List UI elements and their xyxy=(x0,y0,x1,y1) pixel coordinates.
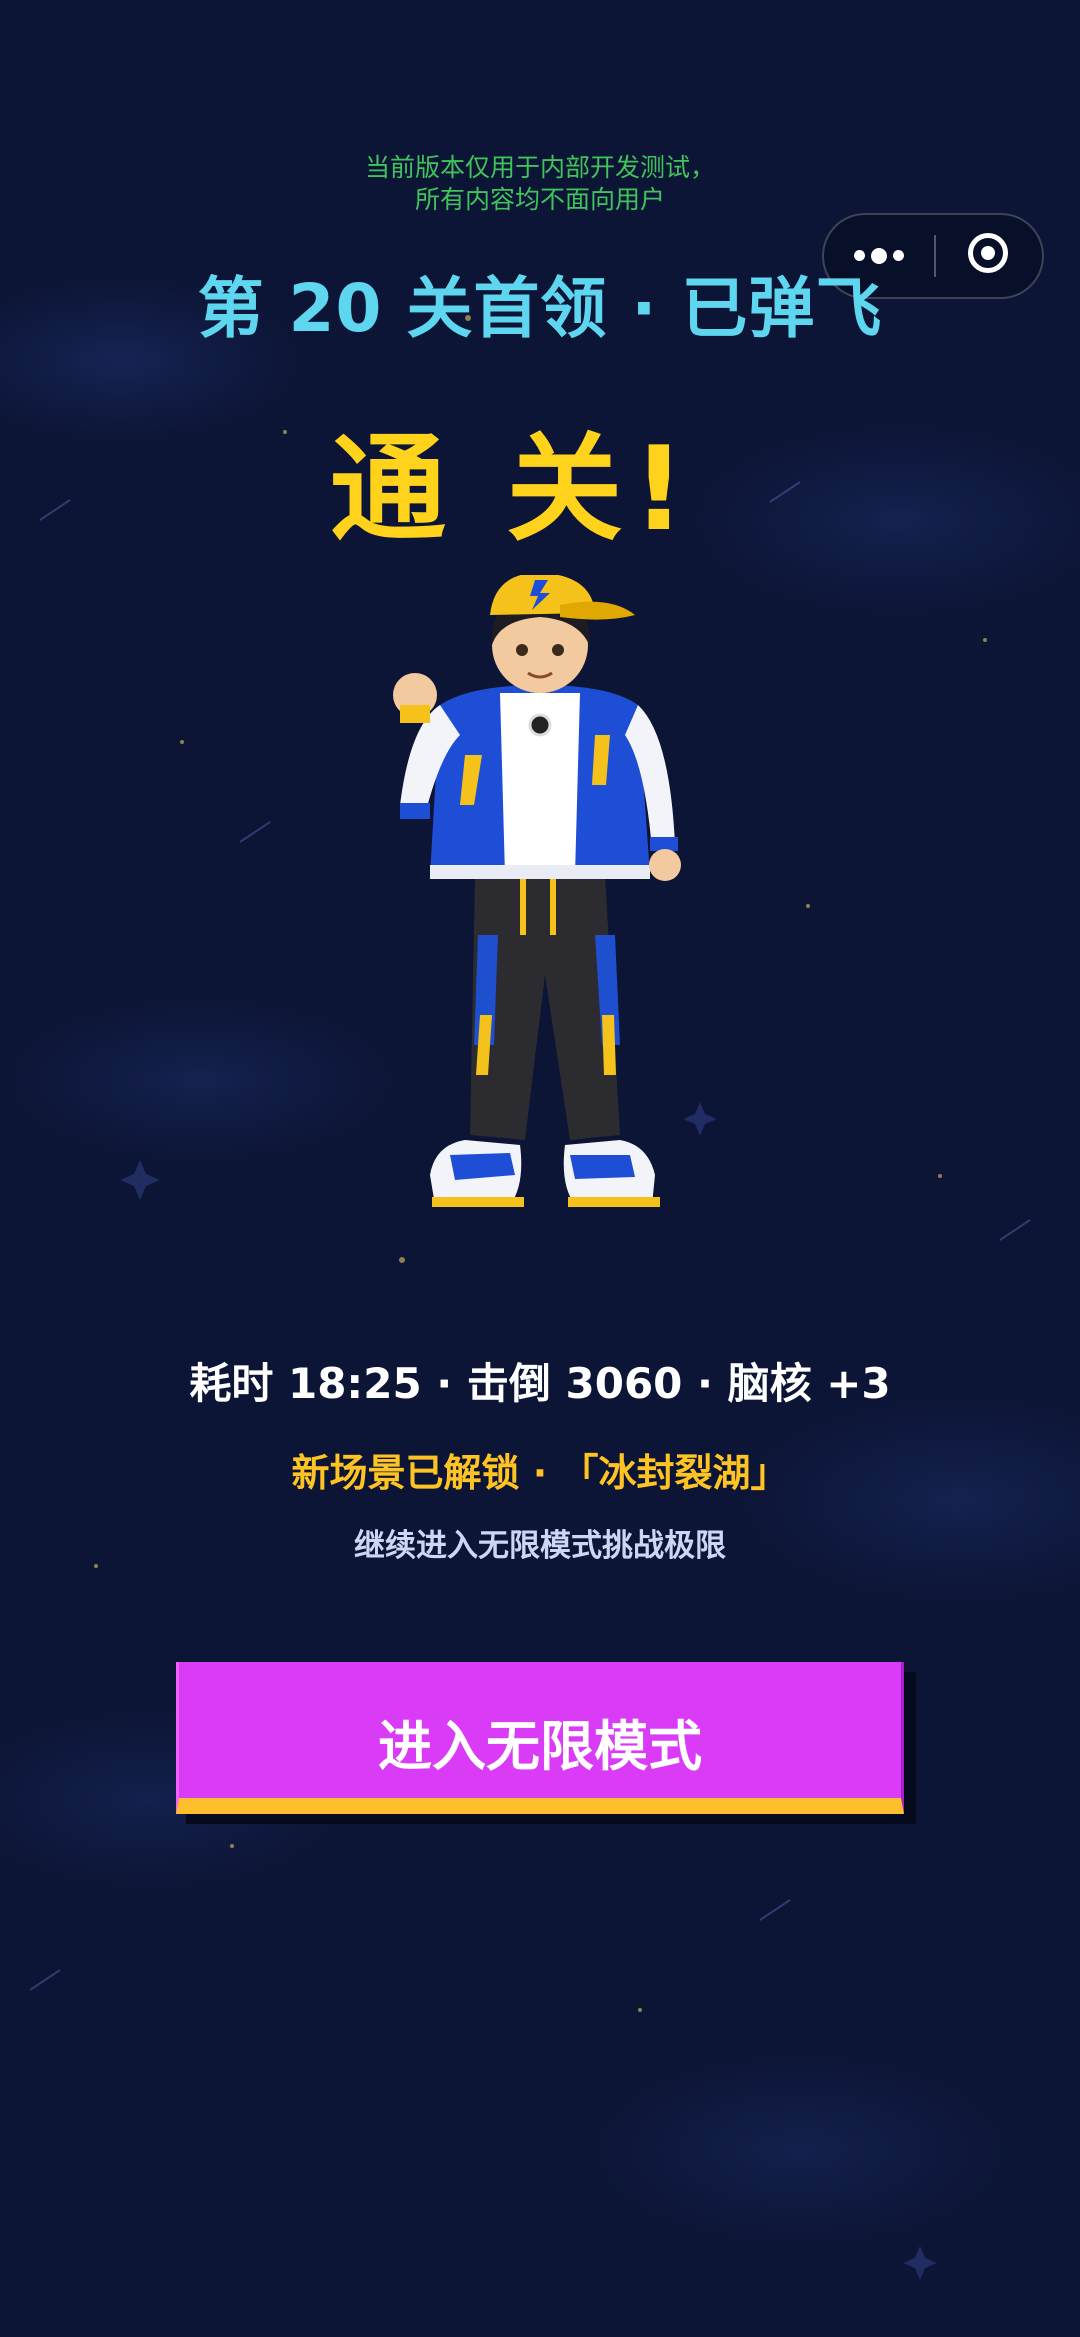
enter-endless-mode-label: 进入无限模式 xyxy=(378,1715,702,1778)
dev-notice-line1: 当前版本仅用于内部开发测试， xyxy=(364,153,715,182)
unlock-message: 新场景已解锁 · 「冰封裂湖」 xyxy=(291,1451,789,1495)
enter-endless-mode-button[interactable]: 进入无限模式 xyxy=(176,1662,904,1814)
hero-character-icon xyxy=(393,575,681,1207)
result-stats: 耗时 18:25 · 击倒 3060 · 脑核 +3 xyxy=(189,1359,891,1408)
dev-notice-line2: 所有内容均不面向用户 xyxy=(414,185,665,214)
endless-hint: 继续进入无限模式挑战极限 xyxy=(354,1528,726,1564)
level-title: 第 20 关首领 · 已弹飞 xyxy=(197,270,883,347)
dev-notice: 当前版本仅用于内部开发测试， 所有内容均不面向用户 xyxy=(0,152,1080,216)
clear-title: 通 关! xyxy=(330,422,696,557)
